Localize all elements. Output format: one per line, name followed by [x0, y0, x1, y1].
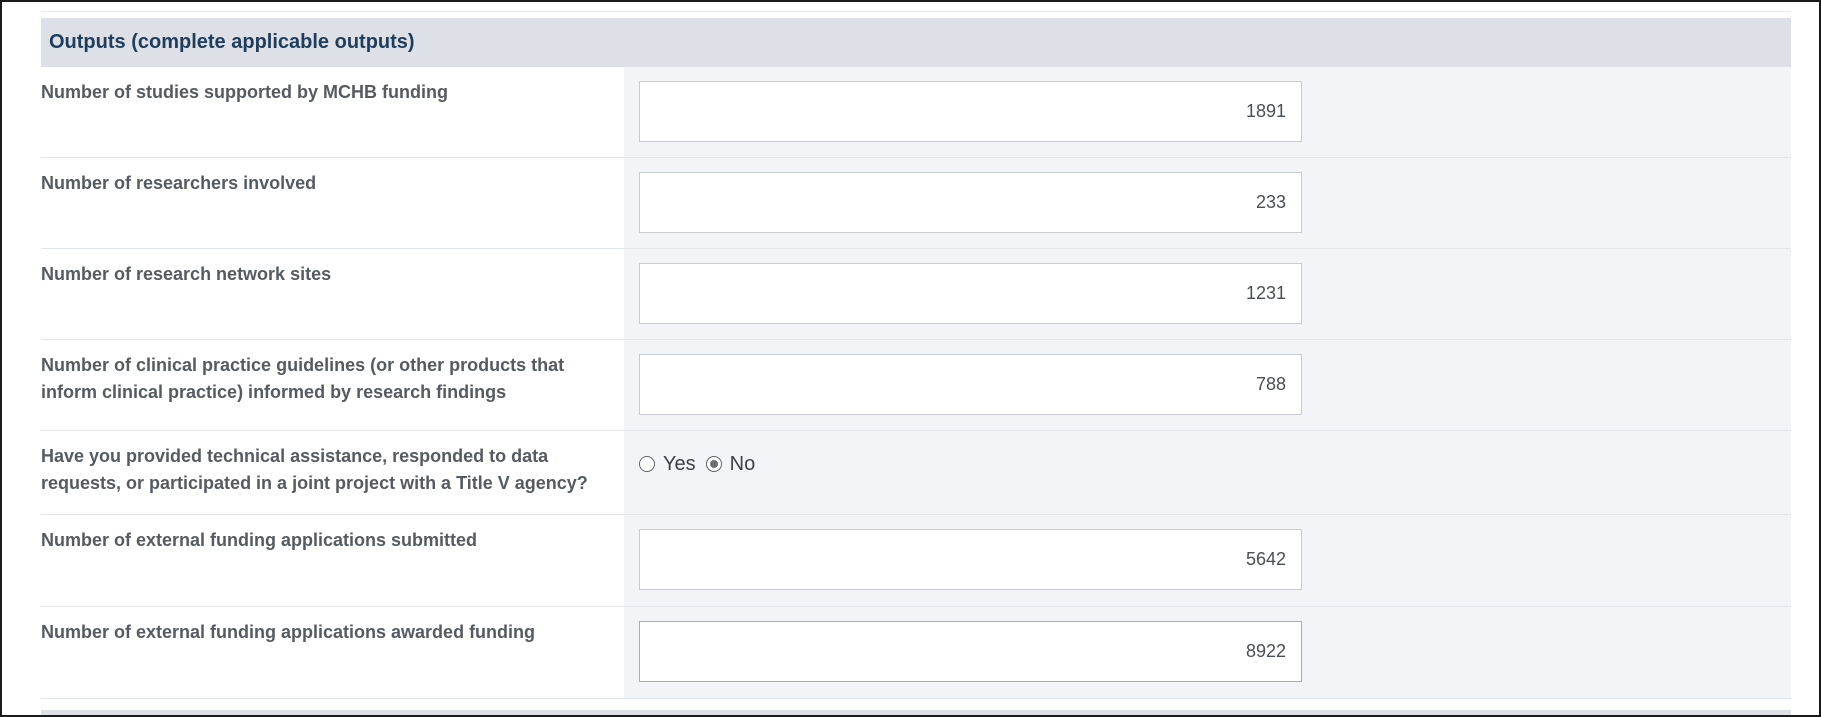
field-row-network-sites: Number of research network sites — [41, 249, 1791, 340]
radio-cell: Yes No — [624, 431, 1791, 514]
input-cell — [624, 158, 1791, 248]
guidelines-input[interactable] — [639, 354, 1302, 415]
input-cell — [624, 607, 1791, 698]
input-cell — [624, 340, 1791, 430]
field-label: Number of external funding applications … — [41, 622, 536, 642]
question-label: Have you provided technical assistance, … — [41, 446, 588, 493]
next-section-header-edge — [41, 710, 1791, 715]
researchers-involved-input[interactable] — [639, 172, 1302, 233]
section-title: Outputs (complete applicable outputs) — [49, 31, 415, 53]
radio-yes-label[interactable]: Yes — [663, 453, 696, 476]
network-sites-input[interactable] — [639, 263, 1302, 324]
input-cell — [624, 249, 1791, 339]
radio-no[interactable] — [705, 456, 722, 472]
field-label: Number of researchers involved — [41, 173, 317, 193]
field-row-applications-submitted: Number of external funding applications … — [41, 515, 1791, 607]
outputs-panel: Outputs (complete applicable outputs) Nu… — [41, 18, 1791, 699]
applications-submitted-input[interactable] — [639, 529, 1302, 590]
field-label: Number of external funding applications … — [41, 530, 478, 550]
field-row-studies: Number of studies supported by MCHB fund… — [41, 67, 1791, 158]
applications-awarded-input[interactable] — [639, 621, 1302, 682]
field-row-applications-awarded: Number of external funding applications … — [41, 607, 1791, 699]
field-label: Number of clinical practice guidelines (… — [41, 355, 565, 402]
radio-selected-dot — [709, 460, 718, 468]
input-cell — [624, 67, 1791, 157]
field-row-guidelines: Number of clinical practice guidelines (… — [41, 340, 1791, 431]
field-label: Number of research network sites — [41, 264, 332, 284]
field-label: Number of studies supported by MCHB fund… — [41, 82, 448, 102]
title-v-radio-group: Yes No — [639, 447, 1791, 481]
radio-yes[interactable] — [639, 456, 655, 472]
studies-supported-input[interactable] — [639, 81, 1302, 142]
section-header: Outputs (complete applicable outputs) — [41, 18, 1791, 67]
field-row-researchers: Number of researchers involved — [41, 158, 1791, 249]
form-frame: Outputs (complete applicable outputs) Nu… — [0, 0, 1821, 717]
field-row-title-v-question: Have you provided technical assistance, … — [41, 431, 1791, 515]
radio-no-label[interactable]: No — [730, 453, 756, 476]
previous-section-edge — [41, 4, 1791, 12]
input-cell — [624, 515, 1791, 606]
